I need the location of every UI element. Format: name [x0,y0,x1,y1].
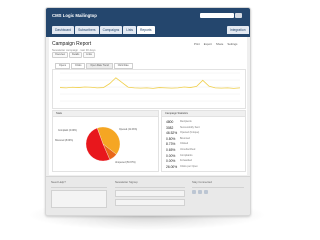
stat-label: Clicks per Open [180,164,198,168]
stat-value: 46.52% [166,131,178,136]
pie-slice-label: Complaint (0.00%) [58,129,77,132]
stat-value: 0.80% [166,136,176,141]
twitter-icon[interactable] [198,190,202,194]
app-logo: CMS Logic Mailingtop [52,13,97,18]
stat-label: Forwarded [180,159,192,163]
pie-slice-label: Bounced (8.00%) [55,140,73,142]
stat-row: 0.00% Forwarded [166,159,192,163]
stat-value: 8.73% [166,142,176,147]
stats-panel-title: Stats [56,112,62,115]
overview-button[interactable]: Overview [52,52,68,58]
footer-help: Need Help? [51,180,107,208]
stat-row: 0.65% Unsubscribed [166,148,195,152]
stat-row: 46.52% Opened (Unique) [166,131,199,135]
stat-row: 8.73% Clicked [166,142,188,146]
footer-divider [115,187,185,188]
stat-value: 26.00% [166,164,178,169]
footer-newsletter: Newsletter Signup [115,180,185,206]
search-input[interactable] [200,13,234,18]
pie-slice-label: Unopened (50.97%) [115,162,136,164]
footer-newsletter-title: Newsletter Signup [115,180,138,184]
print-link[interactable]: Print [194,42,200,46]
main-nav: Dashboard Subscribers Campaigns Lists Re… [52,26,155,35]
campaign-stats-panel: Campaign Statistics 4800 Recipients 3082 Su… [161,110,246,172]
stat-value: 0.00% [166,153,176,158]
stat-row: 3082 Successfully Sent [166,126,200,130]
newsletter-email-input[interactable] [115,190,185,197]
stat-label: Unsubscribed [180,148,196,151]
page-title: Campaign Report [52,41,92,47]
stat-value: 0.00% [166,159,176,164]
stats-panel: Stats Complaint (0.00%) Opened (41.03%) Bo… [52,110,159,172]
stat-label: Opened (Unique) [180,131,200,135]
stat-row: 26.00% Clicks per Open [166,165,198,169]
nav-tab-reports[interactable]: Reports [137,26,155,34]
stat-row: 0.00% Complaints [166,154,193,158]
stat-label: Successfully Sent [180,125,200,129]
stat-label: Bounced [180,136,190,140]
campaign-stats-header: Campaign Statistics [162,111,245,117]
stat-row: 0.80% Bounced [166,137,190,141]
search-button[interactable] [235,13,242,18]
footer-social-title: Stay Connected [192,180,212,184]
share-link[interactable]: Share [216,42,223,46]
page-actions: Print Export Share Settings [194,42,237,46]
screenshot-stage: CMS Logic Mailingtop Dashboard Subscribe… [0,0,294,240]
view-controls: Overview Details Links [52,52,95,58]
app-window: CMS Logic Mailingtop Dashboard Subscribe… [45,7,251,216]
footer-divider [51,187,107,188]
nav-tab-integration[interactable]: Integration [227,26,249,34]
footer-social: Stay Connected [192,180,244,194]
footer-divider [192,187,244,188]
pie-slice-label: Opened (41.03%) [119,129,137,131]
footer-help-title: Need Help? [51,180,66,184]
details-button[interactable]: Details [68,52,83,58]
campaign-stats-title: Campaign Statistics [165,112,188,115]
stat-value: 0.65% [166,148,176,152]
stat-label: Clicked [180,142,189,146]
stat-label: Complaints [180,153,193,157]
newsletter-name-input[interactable] [115,199,185,206]
nav-tab-campaigns[interactable]: Campaigns [99,26,123,34]
settings-link[interactable]: Settings [227,42,237,46]
footer-help-box [51,190,107,208]
links-button[interactable]: Links [83,52,95,58]
stat-value: 3082 [166,125,174,130]
export-link[interactable]: Export [204,42,212,46]
nav-tab-subscribers[interactable]: Subscribers [75,26,99,34]
stat-label: Recipients [180,120,192,123]
app-footer: Need Help? Newsletter Signup Stay Connec… [46,176,250,215]
facebook-icon[interactable] [192,190,196,194]
nav-tab-dashboard[interactable]: Dashboard [52,26,75,34]
campaign-pie-chart: Complaint (0.00%) Opened (41.03%) Bounced … [55,126,137,164]
social-icons [192,190,244,194]
nav-tab-lists[interactable]: Lists [123,26,137,34]
open-rate-line-chart [59,72,241,102]
app-header: CMS Logic Mailingtop Dashboard Subscribe… [46,8,250,37]
stat-row: 4800 Recipients [166,120,192,124]
stat-value: 4800 [166,120,174,124]
rss-icon[interactable] [204,190,208,194]
